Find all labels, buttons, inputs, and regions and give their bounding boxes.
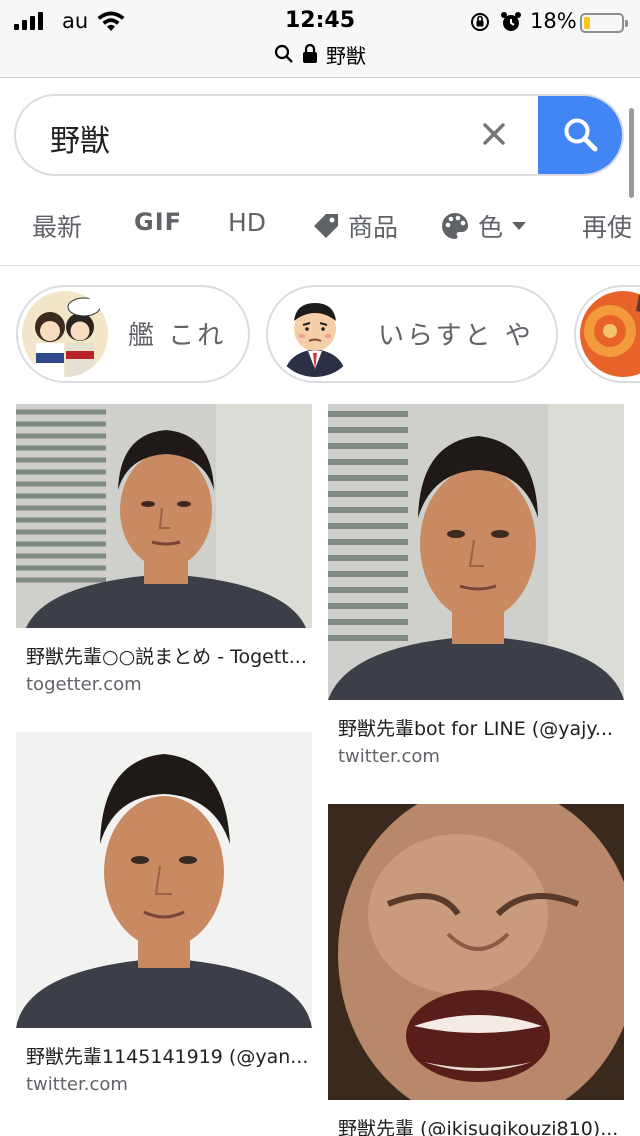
result-title[interactable]: 野獣先輩bot for LINE (@yajy... xyxy=(338,714,622,741)
image-result[interactable]: 野獣先輩○○説まとめ - Togett... togetter.com xyxy=(16,404,312,704)
battery-percentage: 18% xyxy=(530,9,577,33)
search-button[interactable] xyxy=(538,96,622,174)
search-box[interactable]: 野獣 xyxy=(14,94,624,176)
address-bar-text: 野獣 xyxy=(326,43,366,68)
result-image[interactable] xyxy=(328,804,624,1100)
tab-color[interactable]: 色 xyxy=(440,208,527,244)
rotation-lock-icon xyxy=(471,13,489,31)
chip-thumbnail xyxy=(22,291,108,377)
result-title[interactable]: 野獣先輩○○説まとめ - Togett... xyxy=(26,642,310,669)
chip-third[interactable] xyxy=(574,285,640,383)
palette-icon xyxy=(442,213,468,239)
chip-label: いらすと や xyxy=(378,321,534,351)
address-bar[interactable]: 野獣 xyxy=(0,40,640,68)
alarm-icon xyxy=(501,12,521,31)
status-bar: au 12:45 18% xyxy=(0,6,640,36)
battery-icon xyxy=(580,13,628,33)
result-image[interactable] xyxy=(16,404,312,628)
chip-thumbnail xyxy=(580,291,640,377)
tab-hd-label: HD xyxy=(228,208,267,237)
browser-status-area: au 12:45 18% 野獣 xyxy=(0,0,640,78)
result-source: twitter.com xyxy=(26,1074,128,1095)
lock-icon xyxy=(303,44,317,63)
chip-kancolle[interactable]: 艦 これ xyxy=(16,285,250,383)
tag-icon xyxy=(314,214,338,238)
result-image[interactable] xyxy=(328,404,624,700)
result-title[interactable]: 野獣先輩1145141919 (@yan... xyxy=(26,1042,310,1069)
image-result[interactable]: 野獣先輩1145141919 (@yan... twitter.com xyxy=(16,732,312,1104)
tab-products-label: 商品 xyxy=(348,213,399,242)
tab-gif-label: GIF xyxy=(134,208,183,236)
search-input[interactable]: 野獣 xyxy=(50,116,110,160)
carrier-label: au xyxy=(62,9,89,33)
tab-hd[interactable]: HD xyxy=(228,208,266,237)
wifi-icon xyxy=(97,11,125,31)
chevron-down-icon xyxy=(512,222,527,230)
result-title[interactable]: 野獣先輩 (@ikisugikouzi810)... xyxy=(338,1114,622,1136)
tab-products[interactable]: 商品 xyxy=(312,208,398,244)
tab-color-label: 色 xyxy=(478,213,504,242)
result-source: twitter.com xyxy=(338,746,440,767)
tab-gif[interactable]: GIF xyxy=(134,208,182,236)
image-result[interactable]: 野獣先輩bot for LINE (@yajy... twitter.com xyxy=(328,404,624,776)
filter-tabs: 最新 GIF HD 商品 色 再使 xyxy=(0,190,640,266)
result-image[interactable] xyxy=(16,732,312,1028)
chip-thumbnail xyxy=(272,291,358,377)
tab-latest-label: 最新 xyxy=(32,213,83,242)
clear-icon[interactable] xyxy=(478,118,510,150)
related-searches-chips: 艦 これ いらすと や xyxy=(0,282,640,386)
tab-reuse-label: 再使 xyxy=(582,213,633,242)
search-icon xyxy=(274,44,293,63)
image-result[interactable]: 野獣先輩 (@ikisugikouzi810)... xyxy=(328,804,624,1136)
battery-level-fill xyxy=(584,17,590,29)
tab-reuse[interactable]: 再使 xyxy=(582,208,632,244)
signal-strength-icon xyxy=(14,12,43,30)
tab-latest[interactable]: 最新 xyxy=(32,208,82,244)
search-icon xyxy=(564,118,598,152)
result-source: togetter.com xyxy=(26,674,142,695)
scrollbar[interactable] xyxy=(629,108,634,198)
chip-label: 艦 これ xyxy=(128,321,227,351)
chip-irasutoya[interactable]: いらすと や xyxy=(266,285,558,383)
